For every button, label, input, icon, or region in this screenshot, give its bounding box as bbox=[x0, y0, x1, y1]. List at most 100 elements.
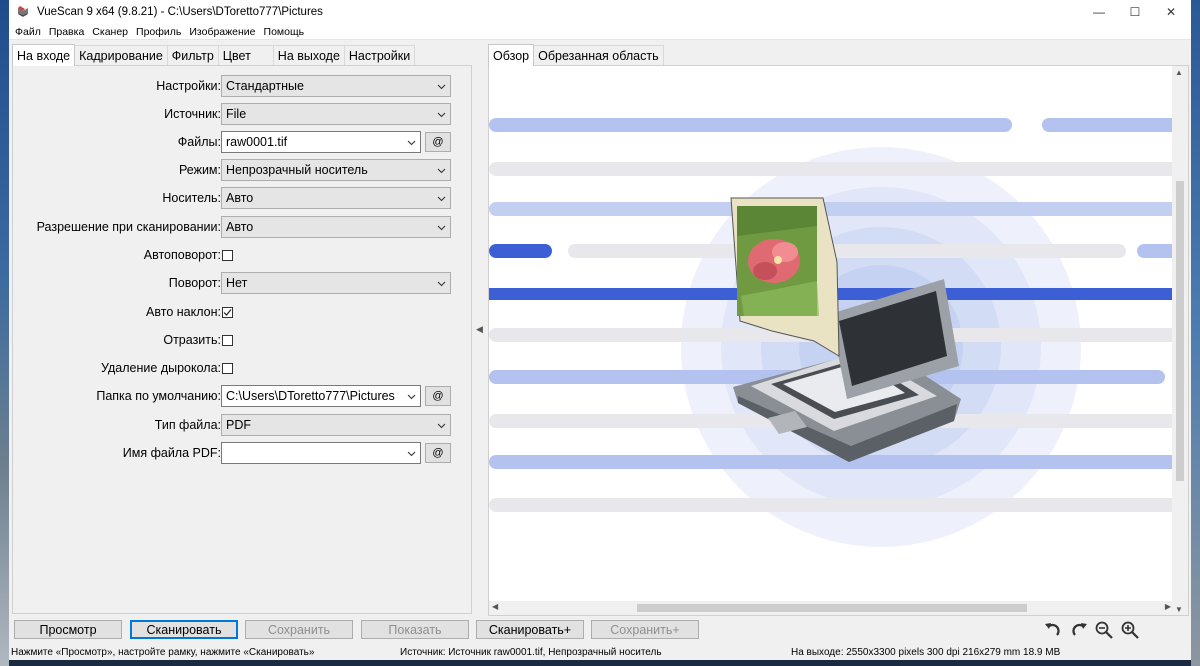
files-browse-button[interactable]: @ bbox=[425, 132, 451, 152]
mode-label: Режим: bbox=[178, 163, 221, 177]
scroll-up-icon[interactable]: ▲ bbox=[1175, 68, 1183, 77]
files-value: raw0001.tif bbox=[226, 135, 288, 149]
preview-horizontal-scrollbar[interactable]: ◀ ▶ bbox=[489, 601, 1174, 615]
rotation-label: Поворот: bbox=[168, 276, 221, 290]
scroll-right-icon[interactable]: ▶ bbox=[1165, 602, 1171, 611]
scan-plus-button[interactable]: Сканировать+ bbox=[476, 620, 584, 639]
rotation-select[interactable]: Нет bbox=[221, 272, 451, 294]
rotate-left-icon[interactable] bbox=[1042, 620, 1064, 640]
tab-crop[interactable]: Кадрирование bbox=[74, 45, 168, 66]
chevron-down-icon[interactable] bbox=[407, 138, 416, 147]
autorotate-checkbox[interactable] bbox=[222, 249, 233, 261]
menu-help[interactable]: Помощь bbox=[260, 26, 309, 38]
pdf-name-browse-button[interactable]: @ bbox=[425, 443, 451, 463]
save-plus-button[interactable]: Сохранить+ bbox=[591, 620, 699, 639]
pdf-name-label: Имя файла PDF: bbox=[122, 446, 221, 460]
default-folder-row: Папка по умолчанию: C:\Users\DToretto777… bbox=[13, 385, 473, 407]
status-output: На выходе: 2550x3300 pixels 300 dpi 216x… bbox=[791, 647, 1061, 658]
mode-row: Режим: Непрозрачный носитель bbox=[13, 159, 473, 181]
media-select[interactable]: Авто bbox=[221, 187, 451, 209]
mirror-row: Отразить: bbox=[13, 329, 473, 351]
chevron-down-icon bbox=[437, 112, 446, 118]
file-type-value: PDF bbox=[226, 418, 251, 432]
save-button[interactable]: Сохранить bbox=[245, 620, 353, 639]
settings-pane: На входе Кадрирование Фильтр Цвет На вых… bbox=[12, 44, 472, 614]
menu-image[interactable]: Изображение bbox=[185, 26, 259, 38]
tab-overview[interactable]: Обзор bbox=[488, 44, 535, 66]
collapse-arrow-icon[interactable]: ◀ bbox=[476, 324, 483, 335]
pdf-name-row: Имя файла PDF: @ bbox=[13, 442, 473, 464]
rotation-value: Нет bbox=[226, 276, 248, 290]
source-row: Источник: File bbox=[13, 103, 473, 125]
scroll-down-icon[interactable]: ▼ bbox=[1175, 605, 1183, 614]
show-button[interactable]: Показать bbox=[361, 620, 469, 639]
tab-prefs[interactable]: Настройки bbox=[343, 45, 416, 66]
window-title: VueScan 9 x64 (9.8.21) - C:\Users\DToret… bbox=[37, 6, 323, 18]
status-hint: Нажмите «Просмотр», настройте рамку, наж… bbox=[11, 647, 315, 658]
vertical-scroll-thumb[interactable] bbox=[1176, 181, 1184, 481]
action-bar: Просмотр Сканировать Сохранить Показать … bbox=[9, 620, 1191, 642]
tab-output[interactable]: На выходе bbox=[272, 45, 345, 66]
status-bar: Нажмите «Просмотр», настройте рамку, наж… bbox=[9, 644, 1191, 660]
input-settings-panel: Настройки: Стандартные Источник: File Фа… bbox=[12, 65, 472, 614]
hole-removal-row: Удаление дырокола: bbox=[13, 357, 473, 379]
chevron-down-icon[interactable] bbox=[407, 449, 416, 458]
files-label: Файлы: bbox=[177, 135, 221, 149]
mode-select[interactable]: Непрозрачный носитель bbox=[221, 159, 451, 181]
zoom-out-icon[interactable] bbox=[1093, 620, 1115, 640]
chevron-down-icon bbox=[437, 225, 446, 231]
close-button[interactable]: ✕ bbox=[1153, 0, 1189, 24]
menu-edit[interactable]: Правка bbox=[45, 26, 88, 38]
menu-scanner[interactable]: Сканер bbox=[88, 26, 132, 38]
tab-color[interactable]: Цвет bbox=[217, 45, 274, 66]
default-folder-combo[interactable]: C:\Users\DToretto777\Pictures bbox=[221, 385, 421, 407]
chevron-down-icon bbox=[437, 281, 446, 287]
resolution-select[interactable]: Авто bbox=[221, 216, 451, 238]
file-type-row: Тип файла: PDF bbox=[13, 414, 473, 436]
default-folder-label: Папка по умолчанию: bbox=[96, 389, 221, 403]
mirror-checkbox[interactable] bbox=[222, 334, 233, 346]
tab-input[interactable]: На входе bbox=[12, 44, 76, 66]
preview-button[interactable]: Просмотр bbox=[14, 620, 122, 639]
resolution-label: Разрешение при сканировании: bbox=[36, 220, 221, 234]
chevron-down-icon bbox=[437, 196, 446, 202]
tab-cropped-area[interactable]: Обрезанная область bbox=[533, 45, 664, 66]
chevron-down-icon[interactable] bbox=[407, 392, 416, 401]
autorotate-row: Автоповорот: bbox=[13, 244, 473, 266]
settings-tabs: На входе Кадрирование Фильтр Цвет На вых… bbox=[12, 44, 472, 66]
media-label: Носитель: bbox=[162, 191, 221, 205]
scroll-left-icon[interactable]: ◀ bbox=[492, 602, 498, 611]
chevron-down-icon bbox=[437, 168, 446, 174]
horizontal-scroll-thumb[interactable] bbox=[637, 604, 1027, 612]
preview-vertical-scrollbar[interactable]: ▲ ▼ bbox=[1172, 66, 1188, 615]
status-source: Источник: Источник raw0001.tif, Непрозра… bbox=[400, 647, 662, 658]
preview-tabs: Обзор Обрезанная область bbox=[485, 44, 1189, 66]
scan-button[interactable]: Сканировать bbox=[130, 620, 238, 639]
resolution-value: Авто bbox=[226, 220, 254, 234]
default-folder-browse-button[interactable]: @ bbox=[425, 386, 451, 406]
minimize-button[interactable]: — bbox=[1081, 0, 1117, 24]
source-select[interactable]: File bbox=[221, 103, 451, 125]
file-type-select[interactable]: PDF bbox=[221, 414, 451, 436]
zoom-in-icon[interactable] bbox=[1119, 620, 1141, 640]
auto-deskew-checkbox[interactable] bbox=[222, 306, 233, 318]
auto-deskew-row: Авто наклон: bbox=[13, 301, 473, 323]
menu-profile[interactable]: Профиль bbox=[132, 26, 185, 38]
settings-select[interactable]: Стандартные bbox=[221, 75, 451, 97]
tab-filter[interactable]: Фильтр bbox=[166, 45, 219, 66]
maximize-button[interactable]: ☐ bbox=[1117, 0, 1153, 24]
pdf-name-combo[interactable] bbox=[221, 442, 421, 464]
source-label: Источник: bbox=[164, 107, 221, 121]
menu-file[interactable]: Файл bbox=[11, 26, 45, 38]
preview-area[interactable]: ▲ ▼ ◀ ▶ bbox=[488, 65, 1189, 616]
media-value: Авто bbox=[226, 191, 254, 205]
desktop-background-left bbox=[0, 0, 9, 666]
checkmark-icon bbox=[223, 308, 232, 316]
vuescan-app-icon bbox=[15, 4, 31, 20]
rotate-right-icon[interactable] bbox=[1068, 620, 1090, 640]
hole-removal-checkbox[interactable] bbox=[222, 362, 233, 374]
desktop-background-right bbox=[1191, 0, 1200, 666]
mode-value: Непрозрачный носитель bbox=[226, 163, 368, 177]
preview-pane: Обзор Обрезанная область ▲ ▼ ◀ ▶ bbox=[485, 44, 1189, 617]
files-combo[interactable]: raw0001.tif bbox=[221, 131, 421, 153]
